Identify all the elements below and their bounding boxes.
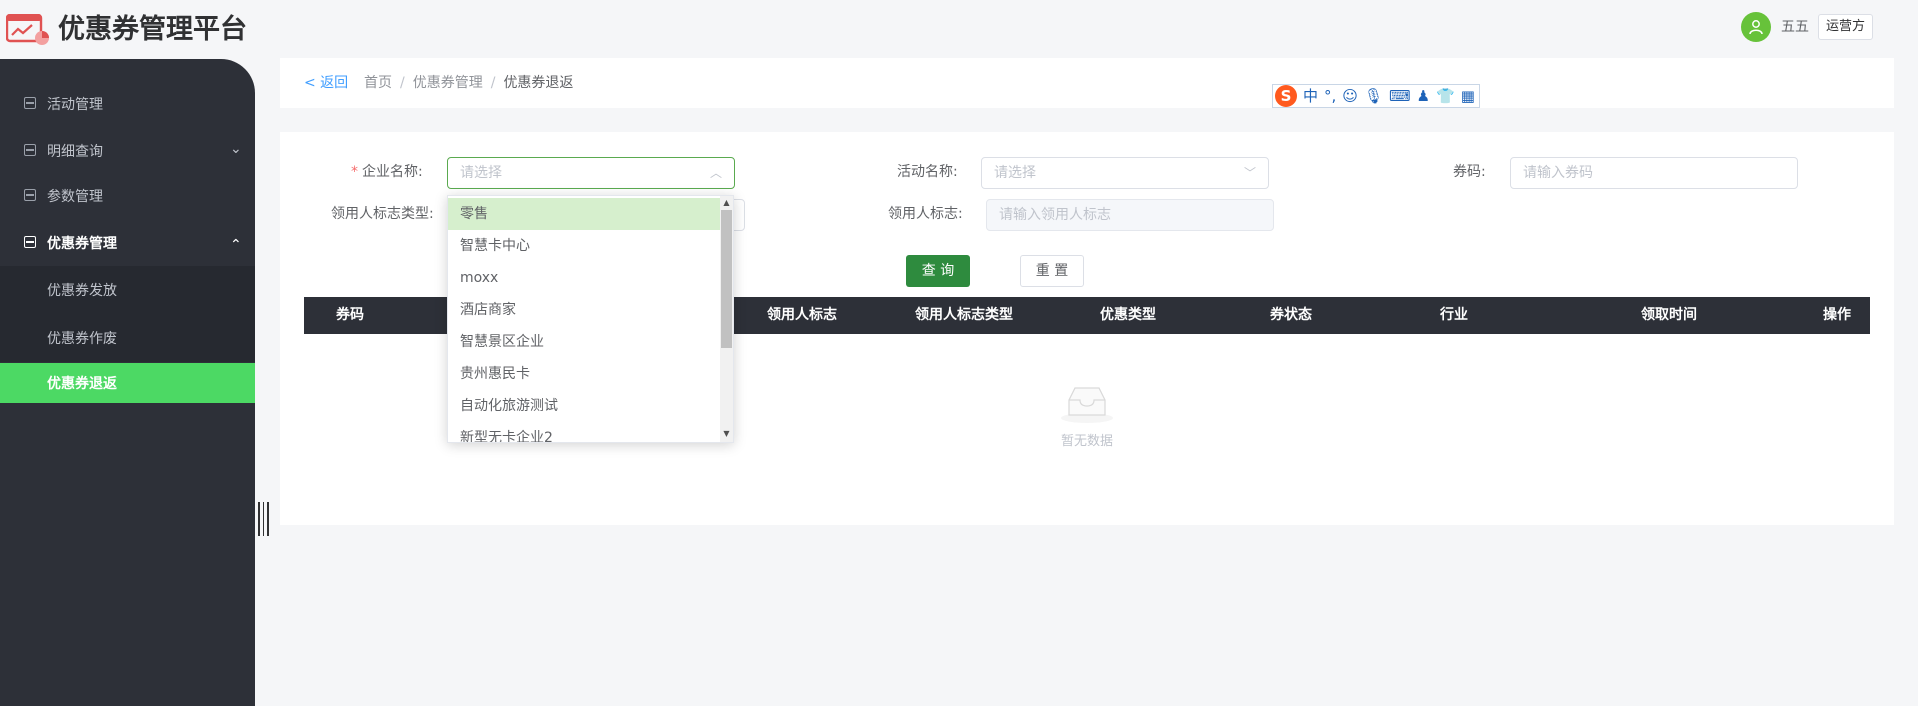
breadcrumb-coupon-management[interactable]: 优惠券管理 — [413, 75, 483, 91]
empty-inbox-icon — [1060, 382, 1114, 424]
code-label: 券码: — [1453, 164, 1486, 180]
chevron-down-icon: ﹀ — [1243, 166, 1256, 180]
column-header-industry[interactable]: 行业 — [1440, 297, 1468, 334]
dropdown-option[interactable]: 智慧景区企业 — [448, 326, 720, 358]
sidebar-item-label: 优惠券管理 — [47, 236, 117, 252]
sidebar-item-label: 活动管理 — [47, 97, 103, 113]
sidebar-item-parameter-management[interactable]: 参数管理 — [0, 173, 255, 219]
sidebar-collapse-handle[interactable] — [258, 502, 270, 536]
user-avatar-icon[interactable] — [1741, 12, 1771, 42]
column-header-flag[interactable]: 领用人标志 — [767, 297, 837, 334]
sidebar-item-label: 优惠券发放 — [47, 283, 117, 299]
sidebar-item-label: 优惠券退返 — [47, 376, 117, 392]
breadcrumb-separator: / — [400, 75, 405, 91]
column-header-flag-type[interactable]: 领用人标志类型 — [915, 297, 1013, 334]
sidebar-item-coupon-void[interactable]: 优惠券作废 — [0, 314, 255, 362]
enterprise-label: * 企业名称: — [351, 164, 423, 180]
ime-user-icon[interactable]: ♟ — [1417, 86, 1430, 106]
user-name[interactable]: 五五 — [1781, 16, 1809, 38]
breadcrumb: 首页 / 优惠券管理 / 优惠券退返 — [364, 73, 573, 93]
required-mark: * — [351, 164, 358, 180]
dropdown-option[interactable]: 新型无卡企业2 — [448, 422, 720, 442]
dropdown-option[interactable]: 酒店商家 — [448, 294, 720, 326]
sidebar-item-activity-management[interactable]: 活动管理 — [0, 81, 255, 127]
dropdown-option[interactable]: 零售 — [448, 198, 720, 230]
column-header-code[interactable]: 券码 — [336, 297, 364, 334]
ime-punctuation-icon[interactable]: °, — [1324, 86, 1336, 106]
sidebar-item-label: 明细查询 — [47, 144, 103, 160]
sidebar-item-detail-query[interactable]: 明细查询 ⌄ — [0, 128, 255, 174]
flag-type-label: 领用人标志类型: — [331, 206, 434, 222]
flag-input-placeholder: 请输入领用人标志 — [999, 207, 1111, 223]
ime-keyboard-icon[interactable]: ⌨ — [1389, 86, 1411, 106]
ime-chinese-mode[interactable]: 中 — [1303, 86, 1318, 106]
chevron-up-icon: ︿ — [709, 166, 722, 180]
column-header-discount-type[interactable]: 优惠类型 — [1100, 297, 1156, 334]
sidebar-item-coupon-issue[interactable]: 优惠券发放 — [0, 266, 255, 314]
chevron-down-icon: ⌄ — [230, 141, 242, 157]
breadcrumb-current: 优惠券退返 — [503, 75, 574, 91]
sidebar-item-coupon-management[interactable]: 优惠券管理 ⌃ — [0, 220, 255, 266]
chevron-up-icon: ⌃ — [230, 237, 242, 253]
code-input-placeholder: 请输入券码 — [1523, 165, 1593, 181]
ime-toolbar: S 中 °, ☺ 🎙 ⌨ ♟ 👕 ▦ — [1272, 84, 1480, 108]
dropdown-option[interactable]: 智慧卡中心 — [448, 230, 720, 262]
activity-select-placeholder: 请选择 — [994, 165, 1036, 181]
flag-label: 领用人标志: — [888, 206, 963, 222]
column-header-receive-time[interactable]: 领取时间 — [1641, 297, 1697, 334]
menu-grid-icon — [24, 97, 36, 109]
dropdown-option[interactable]: moxx — [448, 262, 720, 294]
app-title: 优惠券管理平台 — [58, 14, 247, 45]
dropdown-scroll-thumb[interactable] — [721, 210, 732, 348]
activity-select[interactable]: 请选择 ﹀ — [981, 157, 1269, 189]
column-header-actions[interactable]: 操作 — [1823, 297, 1851, 334]
breadcrumb-home[interactable]: 首页 — [364, 75, 392, 91]
scroll-down-arrow-icon[interactable]: ▼ — [720, 428, 733, 440]
flag-input[interactable]: 请输入领用人标志 — [986, 199, 1274, 231]
code-input[interactable]: 请输入券码 — [1510, 157, 1798, 189]
sidebar-item-label: 参数管理 — [47, 189, 103, 205]
enterprise-dropdown: 零售 智慧卡中心 moxx 酒店商家 智慧景区企业 贵州惠民卡 自动化旅游测试 … — [447, 195, 734, 443]
ime-logo-icon[interactable]: S — [1275, 85, 1297, 107]
ime-skin-icon[interactable]: 👕 — [1436, 86, 1455, 106]
menu-grid-icon — [24, 189, 36, 201]
ime-voice-icon[interactable]: 🎙 — [1364, 86, 1383, 106]
enterprise-select[interactable]: 请选择 ︿ — [447, 157, 735, 189]
sidebar: 活动管理 明细查询 ⌄ 参数管理 优惠券管理 ⌃ 优惠券发放 优惠券作废 优惠券… — [0, 59, 255, 706]
query-button[interactable]: 查 询 — [906, 255, 970, 287]
role-tag[interactable]: 运营方 — [1818, 14, 1874, 40]
app-logo-icon — [5, 13, 52, 46]
reset-button[interactable]: 重 置 — [1020, 255, 1084, 287]
enterprise-select-placeholder: 请选择 — [460, 165, 502, 181]
scroll-up-arrow-icon[interactable]: ▲ — [720, 197, 733, 209]
menu-grid-icon — [24, 236, 36, 248]
dropdown-option[interactable]: 自动化旅游测试 — [448, 390, 720, 422]
dropdown-option[interactable]: 贵州惠民卡 — [448, 358, 720, 390]
menu-grid-icon — [24, 144, 36, 156]
back-link[interactable]: < 返回 — [304, 73, 348, 93]
column-header-status[interactable]: 券状态 — [1270, 297, 1312, 334]
ime-toolbox-icon[interactable]: ▦ — [1461, 86, 1475, 106]
sidebar-item-coupon-return[interactable]: 优惠券退返 — [0, 363, 255, 403]
breadcrumb-separator: / — [490, 75, 496, 91]
ime-emoji-icon[interactable]: ☺ — [1342, 86, 1358, 106]
activity-label: 活动名称: — [897, 164, 958, 180]
sidebar-item-label: 优惠券作废 — [47, 331, 117, 347]
empty-text: 暂无数据 — [1060, 434, 1113, 449]
